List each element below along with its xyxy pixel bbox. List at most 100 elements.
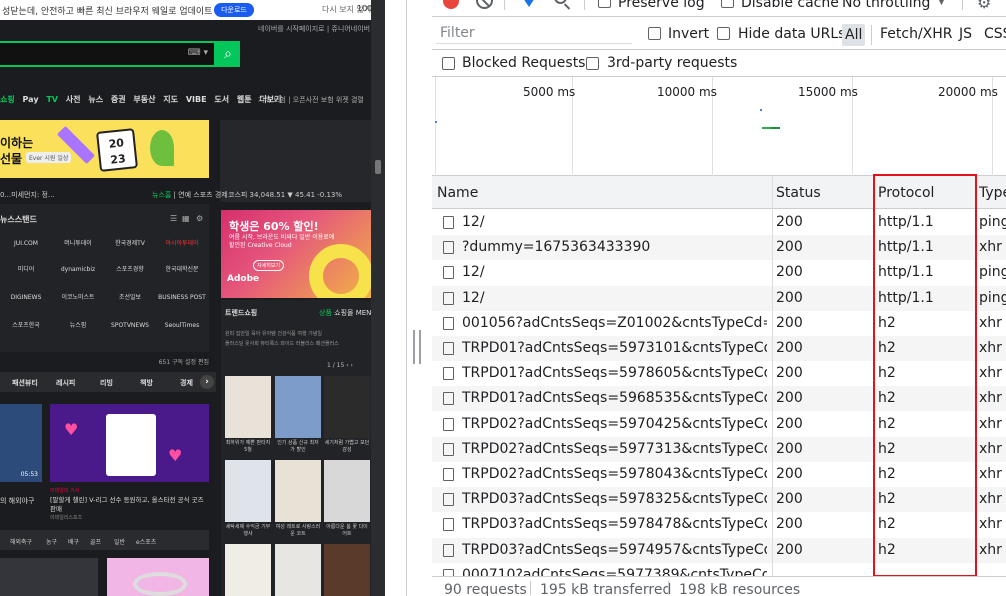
press-logo[interactable]: dynamicbiz — [52, 260, 104, 280]
table-row[interactable]: ?dummy=1675363433390 200 http/1.1 xhr — [432, 235, 1006, 261]
product-image[interactable] — [275, 460, 321, 522]
tab-products[interactable]: 상품 — [319, 309, 332, 317]
disable-cache-checkbox[interactable] — [721, 0, 734, 8]
shopping-categories[interactable]: 원피 집안일 육아 유아템 건강식품 여행 기념일 — [225, 330, 322, 337]
tab-sport[interactable]: e스포츠 — [136, 537, 156, 546]
grid-view-icon[interactable]: ▦ — [182, 214, 190, 223]
clear-icon[interactable] — [476, 0, 493, 9]
nav-item[interactable]: 부동산 — [133, 95, 155, 104]
product-image[interactable] — [225, 544, 271, 596]
press-logo[interactable]: 머니투데이 — [52, 234, 104, 254]
search-icon[interactable] — [554, 0, 567, 4]
product-caption[interactable]: 아름다운 봄 꽃 다이어트 — [324, 524, 370, 538]
press-logo[interactable]: 한국경제TV — [104, 234, 156, 254]
type-filter-all[interactable]: All — [842, 24, 866, 46]
table-row[interactable]: 001056?adCntsSeqs=Z01002&cntsTypeCd=K...… — [432, 311, 1006, 336]
table-row[interactable]: TRPD03?adCntsSeqs=5974957&cntsTypeCd=...… — [432, 537, 1006, 563]
search-button[interactable]: ⌕ — [216, 41, 240, 67]
table-row[interactable]: 12/200 http/1.1 ping — [432, 210, 1006, 235]
network-conditions-icon[interactable]: ⚙ — [977, 0, 991, 12]
tab-sports[interactable]: 스포츠 — [193, 191, 212, 199]
tab-sport[interactable]: 농구 — [46, 537, 57, 546]
column-header-protocol[interactable]: Protocol — [878, 185, 934, 201]
table-row[interactable]: TRPD02?adCntsSeqs=5977313&cntsTypeCd=...… — [432, 436, 1006, 462]
invert-checkbox[interactable] — [648, 27, 661, 40]
product-image[interactable] — [275, 544, 321, 596]
column-header-type[interactable]: Type — [979, 185, 1006, 201]
shopping-pager[interactable]: 1 / 15 ‹ › — [327, 362, 353, 369]
top-links[interactable]: 네이버를 시작페이지로 | 쥬니어네이버 해피빈 — [258, 24, 385, 34]
tab-economy-2[interactable]: 경제 — [180, 378, 193, 388]
tab-economy[interactable]: 경제 — [215, 191, 228, 199]
adobe-ad[interactable]: 학생은 60% 할인! 여름 시작, 브라운도 비싸다 일반 이용료에 할인된 … — [221, 210, 373, 298]
nav-item[interactable]: 쇼핑 — [0, 95, 15, 104]
tab-sport[interactable]: 배구 — [68, 537, 79, 546]
tab-sport[interactable]: 해외축구 — [10, 537, 32, 546]
press-logo[interactable]: SPOTVNEWS — [104, 316, 156, 336]
press-logo[interactable]: BUSINESS POST — [156, 288, 208, 308]
shopping-thumbnail[interactable] — [107, 558, 209, 596]
type-filter-css[interactable]: CSS — [984, 26, 1006, 42]
table-row[interactable]: TRPD02?adCntsSeqs=5978043&cntsTypeCd=...… — [432, 462, 1006, 487]
table-row[interactable]: TRPD01?adCntsSeqs=5978605&cntsTypeCd=...… — [432, 361, 1006, 386]
tab-malls[interactable]: 쇼핑몰 — [334, 309, 353, 317]
sport-thumbnail[interactable] — [0, 558, 98, 596]
press-logo[interactable]: 미디어 — [0, 260, 52, 280]
nav-item[interactable]: 증권 — [111, 95, 126, 104]
throttling-select[interactable]: No throttling — [842, 0, 930, 11]
column-header-name[interactable]: Name — [437, 185, 478, 201]
third-party-checkbox[interactable] — [586, 57, 599, 70]
table-row[interactable]: TRPD02?adCntsSeqs=5970425&cntsTypeCd=...… — [432, 412, 1006, 437]
tab-news-home[interactable]: 뉴스홈 — [152, 191, 171, 199]
product-caption[interactable]: 세탁세제 수익금 기부 행사 — [225, 524, 271, 538]
promo-banner[interactable]: 이하는 선물 Ever 시원 일상 20 23 — [0, 120, 209, 178]
download-button[interactable]: 다운로드 — [214, 3, 254, 17]
tab-sport[interactable]: 일반 — [114, 537, 125, 546]
press-logo[interactable]: 한국대학신문 — [156, 260, 208, 280]
tab-books[interactable]: 책방 — [140, 378, 153, 388]
record-icon[interactable] — [443, 0, 459, 9]
nav-item[interactable]: 웹툰 — [237, 95, 252, 104]
list-view-icon[interactable]: ☰ — [170, 214, 177, 223]
press-logo[interactable]: 이코노미스트 — [52, 288, 104, 308]
video-thumbnail[interactable]: 05:53 — [0, 404, 42, 482]
press-logo[interactable]: 뉴스핌 — [52, 316, 104, 336]
product-image[interactable] — [324, 544, 370, 596]
panel-splitter[interactable] — [385, 0, 432, 596]
gear-icon[interactable]: ⚙ — [196, 214, 203, 223]
tab-sport[interactable]: 골프 — [90, 537, 101, 546]
filter-input-wrap[interactable] — [436, 24, 632, 44]
table-row[interactable]: 12/200 http/1.1 ping — [432, 285, 1006, 311]
product-image[interactable] — [275, 376, 321, 438]
shopping-categories-2[interactable]: 플러스딜 옷사회 뷰티룩스 와이드 러블리스 패션플러스 — [225, 340, 339, 347]
product-caption[interactable]: 최하위가 예쁜 판타지 5월 — [225, 440, 271, 454]
nav-item[interactable]: TV — [46, 95, 58, 104]
tab-living[interactable]: 리빙 — [100, 378, 113, 388]
table-row[interactable]: TRPD01?adCntsSeqs=5968535&cntsTypeCd=...… — [432, 386, 1006, 412]
product-caption[interactable]: 인기 상품 신규 최저가 할인 — [275, 440, 321, 454]
product-image[interactable] — [225, 460, 271, 522]
press-logo[interactable]: 아시아투데이 — [156, 234, 208, 254]
video-thumbnail[interactable]: ♥ ♥ — [50, 404, 209, 482]
keyboard-icon[interactable]: ⌨ ▾ — [188, 48, 208, 58]
press-logo[interactable]: SeoulTimes — [156, 316, 208, 336]
video-caption[interactable]: 의 해외야구 — [0, 496, 34, 506]
type-filter-fetch-xhr[interactable]: Fetch/XHR — [880, 26, 953, 42]
nav-item[interactable]: 도서 — [214, 95, 229, 104]
tab-fashion[interactable]: 패션뷰티 — [12, 378, 38, 388]
page-scrollbar[interactable] — [371, 0, 385, 596]
chevron-down-icon[interactable]: ▼ — [938, 0, 945, 7]
tab-men[interactable]: MEN — [356, 309, 372, 317]
scrollbar-thumb[interactable] — [375, 160, 381, 174]
press-logo[interactable]: DIGINEWS — [0, 288, 52, 308]
product-image[interactable] — [324, 376, 370, 438]
stock-ticker[interactable]: 코스피 34,048.51 ▼ 45.41 -0.13% — [228, 190, 342, 200]
column-header-status[interactable]: Status — [776, 185, 821, 201]
product-image[interactable] — [324, 460, 370, 522]
naver-search-input[interactable]: ⌨ ▾ — [0, 41, 216, 67]
product-caption[interactable]: 여성 레트로 사랑스러운 코트 — [275, 524, 321, 538]
blocked-requests-checkbox[interactable] — [442, 57, 455, 70]
type-filter-js[interactable]: JS — [959, 26, 972, 42]
video-caption[interactable]: 이데일리 기사 [말할게 챌린] V-리그 선수 등원하고, 올스타전 공식 굿… — [50, 487, 210, 523]
press-logo[interactable]: JUI.COM — [0, 234, 52, 254]
